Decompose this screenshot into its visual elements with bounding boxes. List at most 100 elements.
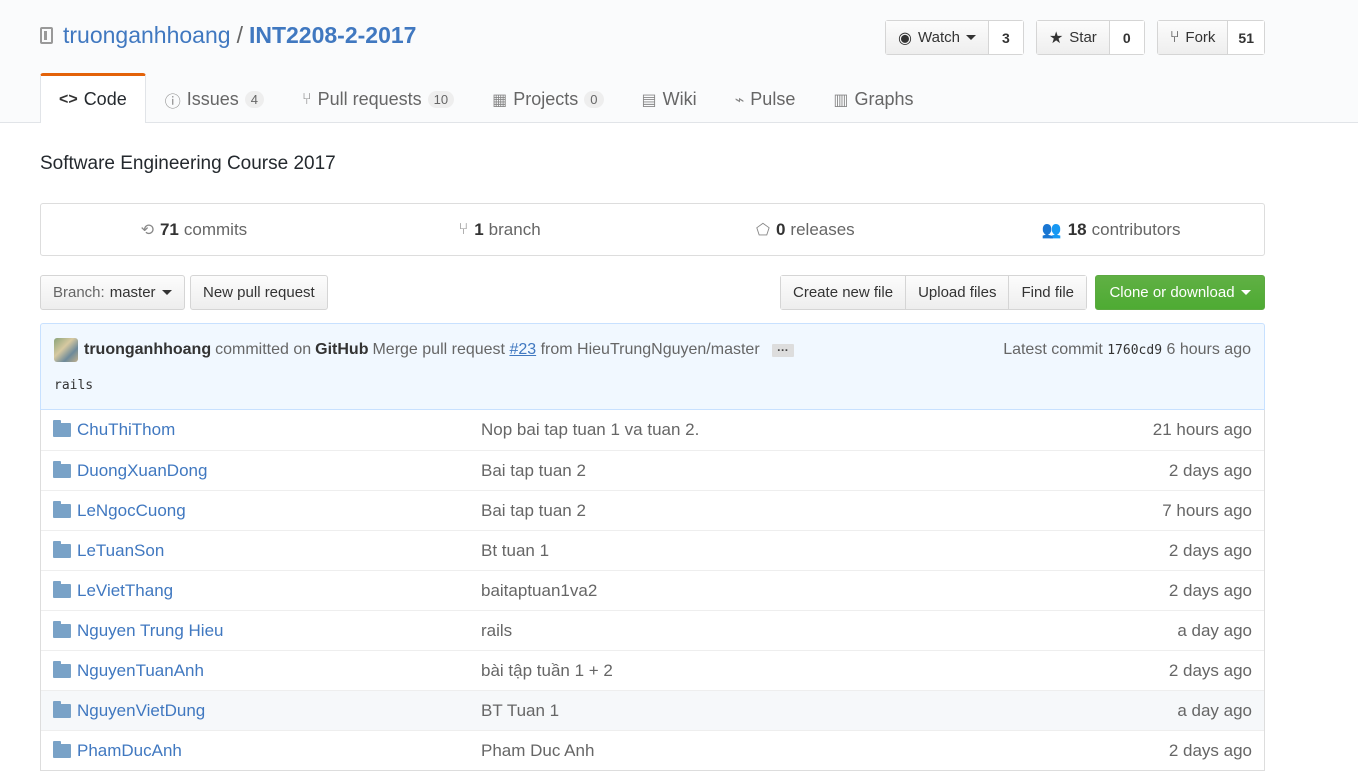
- commit-author[interactable]: truonganhhoang: [84, 341, 211, 359]
- file-name-link[interactable]: LeTuanSon: [77, 541, 481, 561]
- file-name-link[interactable]: NguyenVietDung: [77, 701, 481, 721]
- star-button[interactable]: ★ Star: [1036, 21, 1110, 54]
- repo-name-link[interactable]: INT2208-2-2017: [249, 22, 417, 49]
- contributors-link[interactable]: 👥 18 contributors: [958, 220, 1264, 240]
- commits-count: 71: [159, 219, 179, 239]
- file-name-link[interactable]: ChuThiThom: [77, 420, 481, 440]
- watch-count[interactable]: 3: [988, 21, 1023, 54]
- file-row: LeVietThang baitaptuan1va2 2 days ago: [41, 570, 1264, 610]
- branch-prefix: Branch:: [53, 284, 105, 301]
- tab-label: Wiki: [662, 89, 697, 109]
- commit-description: rails: [54, 378, 94, 393]
- issue-icon: ⓘ: [164, 93, 181, 111]
- contributors-count: 18: [1067, 219, 1087, 239]
- pull-request-icon: ⑂: [302, 90, 312, 108]
- contributors-label: contributors: [1091, 219, 1181, 239]
- file-name-link[interactable]: PhamDucAnh: [77, 741, 481, 761]
- latest-commit-panel: truonganhhoang committed on GitHub Merge…: [40, 323, 1265, 410]
- folder-icon: [53, 460, 71, 478]
- branch-icon: ⑂: [458, 220, 469, 238]
- commits-link[interactable]: ⟲ 71 commits: [41, 220, 347, 240]
- star-count[interactable]: 0: [1109, 21, 1144, 54]
- folder-icon: [53, 500, 71, 518]
- pull-request-link[interactable]: #23: [509, 341, 536, 358]
- project-icon: ▦: [492, 91, 508, 109]
- fork-count[interactable]: 51: [1228, 21, 1264, 54]
- tab-label: Code: [83, 89, 127, 109]
- star-label: Star: [1069, 29, 1097, 46]
- repo-description: Software Engineering Course 2017: [40, 153, 336, 174]
- file-row: Nguyen Trung Hieu rails a day ago: [41, 610, 1264, 650]
- repo-icon: [40, 27, 53, 44]
- commit-sha-link[interactable]: 1760cd9: [1107, 343, 1162, 358]
- tab-code[interactable]: <> Code: [40, 73, 146, 123]
- file-name-link[interactable]: LeNgocCuong: [77, 501, 481, 521]
- eye-icon: ◉: [898, 29, 912, 47]
- projects-counter: 0: [584, 91, 604, 108]
- file-commit-message[interactable]: BT Tuan 1: [481, 701, 559, 721]
- expand-commit-button[interactable]: …: [771, 341, 794, 357]
- releases-link[interactable]: ⬠ 0 releases: [653, 220, 959, 240]
- tab-issues[interactable]: ⓘ Issues 4: [146, 75, 283, 123]
- repo-owner-link[interactable]: truonganhhoang: [63, 22, 231, 49]
- file-name-link[interactable]: NguyenTuanAnh: [77, 661, 481, 681]
- file-age: 2 days ago: [1168, 540, 1252, 560]
- find-file-button[interactable]: Find file: [1009, 276, 1086, 309]
- create-new-file-button[interactable]: Create new file: [781, 276, 907, 309]
- folder-icon: [53, 420, 71, 437]
- fork-button[interactable]: ⑂ Fork: [1157, 21, 1229, 54]
- file-commit-message[interactable]: Nop bai tap tuan 1 va tuan 2.: [481, 420, 699, 440]
- file-age: 21 hours ago: [1152, 420, 1252, 439]
- file-age: 7 hours ago: [1162, 500, 1252, 520]
- file-commit-message[interactable]: Bai tap tuan 2: [481, 501, 586, 521]
- file-commit-message[interactable]: Bt tuan 1: [481, 541, 549, 561]
- file-name-link[interactable]: DuongXuanDong: [77, 461, 481, 481]
- issues-counter: 4: [244, 91, 264, 108]
- file-name-link[interactable]: LeVietThang: [77, 581, 481, 601]
- file-row: ChuThiThom Nop bai tap tuan 1 va tuan 2.…: [41, 410, 1264, 450]
- committed-on-text: committed on: [215, 341, 312, 358]
- tag-icon: ⬠: [756, 221, 770, 239]
- tab-projects[interactable]: ▦ Projects 0: [473, 75, 622, 123]
- clone-or-download-button[interactable]: Clone or download: [1095, 275, 1265, 310]
- tab-pull-requests[interactable]: ⑂ Pull requests 10: [283, 75, 473, 123]
- clone-label: Clone or download: [1109, 284, 1235, 301]
- tab-pulse[interactable]: ⌁ Pulse: [716, 75, 815, 123]
- commits-label: commits: [183, 219, 248, 239]
- tab-label: Pull requests: [317, 89, 422, 109]
- file-age: 2 days ago: [1168, 660, 1252, 680]
- tab-label: Pulse: [750, 89, 796, 109]
- releases-count: 0: [775, 219, 786, 239]
- file-list: ChuThiThom Nop bai tap tuan 1 va tuan 2.…: [40, 410, 1265, 771]
- new-pull-request-button[interactable]: New pull request: [190, 275, 328, 310]
- folder-icon: [53, 540, 71, 558]
- file-commit-message[interactable]: Pham Duc Anh: [481, 741, 594, 761]
- tab-label: Issues: [186, 89, 239, 109]
- folder-icon: [53, 620, 71, 638]
- file-age: 2 days ago: [1168, 740, 1252, 760]
- latest-commit-label: Latest commit: [1003, 341, 1103, 358]
- watch-button[interactable]: ◉ Watch: [886, 21, 989, 54]
- upload-files-button[interactable]: Upload files: [906, 276, 1010, 309]
- file-row: NguyenTuanAnh bài tập tuần 1 + 2 2 days …: [41, 650, 1264, 690]
- branches-link[interactable]: ⑂ 1 branch: [347, 220, 653, 240]
- file-commit-message[interactable]: Bai tap tuan 2: [481, 461, 586, 481]
- latest-commit-info: Latest commit 1760cd9 6 hours ago: [1003, 341, 1251, 359]
- tab-graphs[interactable]: ▥ Graphs: [814, 75, 932, 123]
- file-row: PhamDucAnh Pham Duc Anh 2 days ago: [41, 730, 1264, 770]
- file-row: LeTuanSon Bt tuan 1 2 days ago: [41, 530, 1264, 570]
- tab-wiki[interactable]: ▤ Wiki: [623, 75, 716, 123]
- commit-message[interactable]: Merge pull request #23 from HieuTrungNgu…: [372, 341, 759, 359]
- file-name-link[interactable]: Nguyen Trung Hieu: [77, 621, 481, 641]
- file-commit-message[interactable]: rails: [481, 621, 512, 641]
- tab-label: Graphs: [854, 89, 914, 109]
- branch-select-button[interactable]: Branch: master: [40, 275, 185, 310]
- people-icon: 👥: [1041, 221, 1062, 239]
- caret-down-icon: [1240, 290, 1251, 295]
- file-navigation: Branch: master New pull request Create n…: [40, 275, 1265, 310]
- avatar[interactable]: [54, 338, 78, 362]
- file-commit-message[interactable]: baitaptuan1va2: [481, 581, 597, 601]
- folder-icon: [53, 740, 71, 758]
- fork-group: ⑂ Fork 51: [1156, 20, 1265, 55]
- file-commit-message[interactable]: bài tập tuần 1 + 2: [481, 661, 613, 681]
